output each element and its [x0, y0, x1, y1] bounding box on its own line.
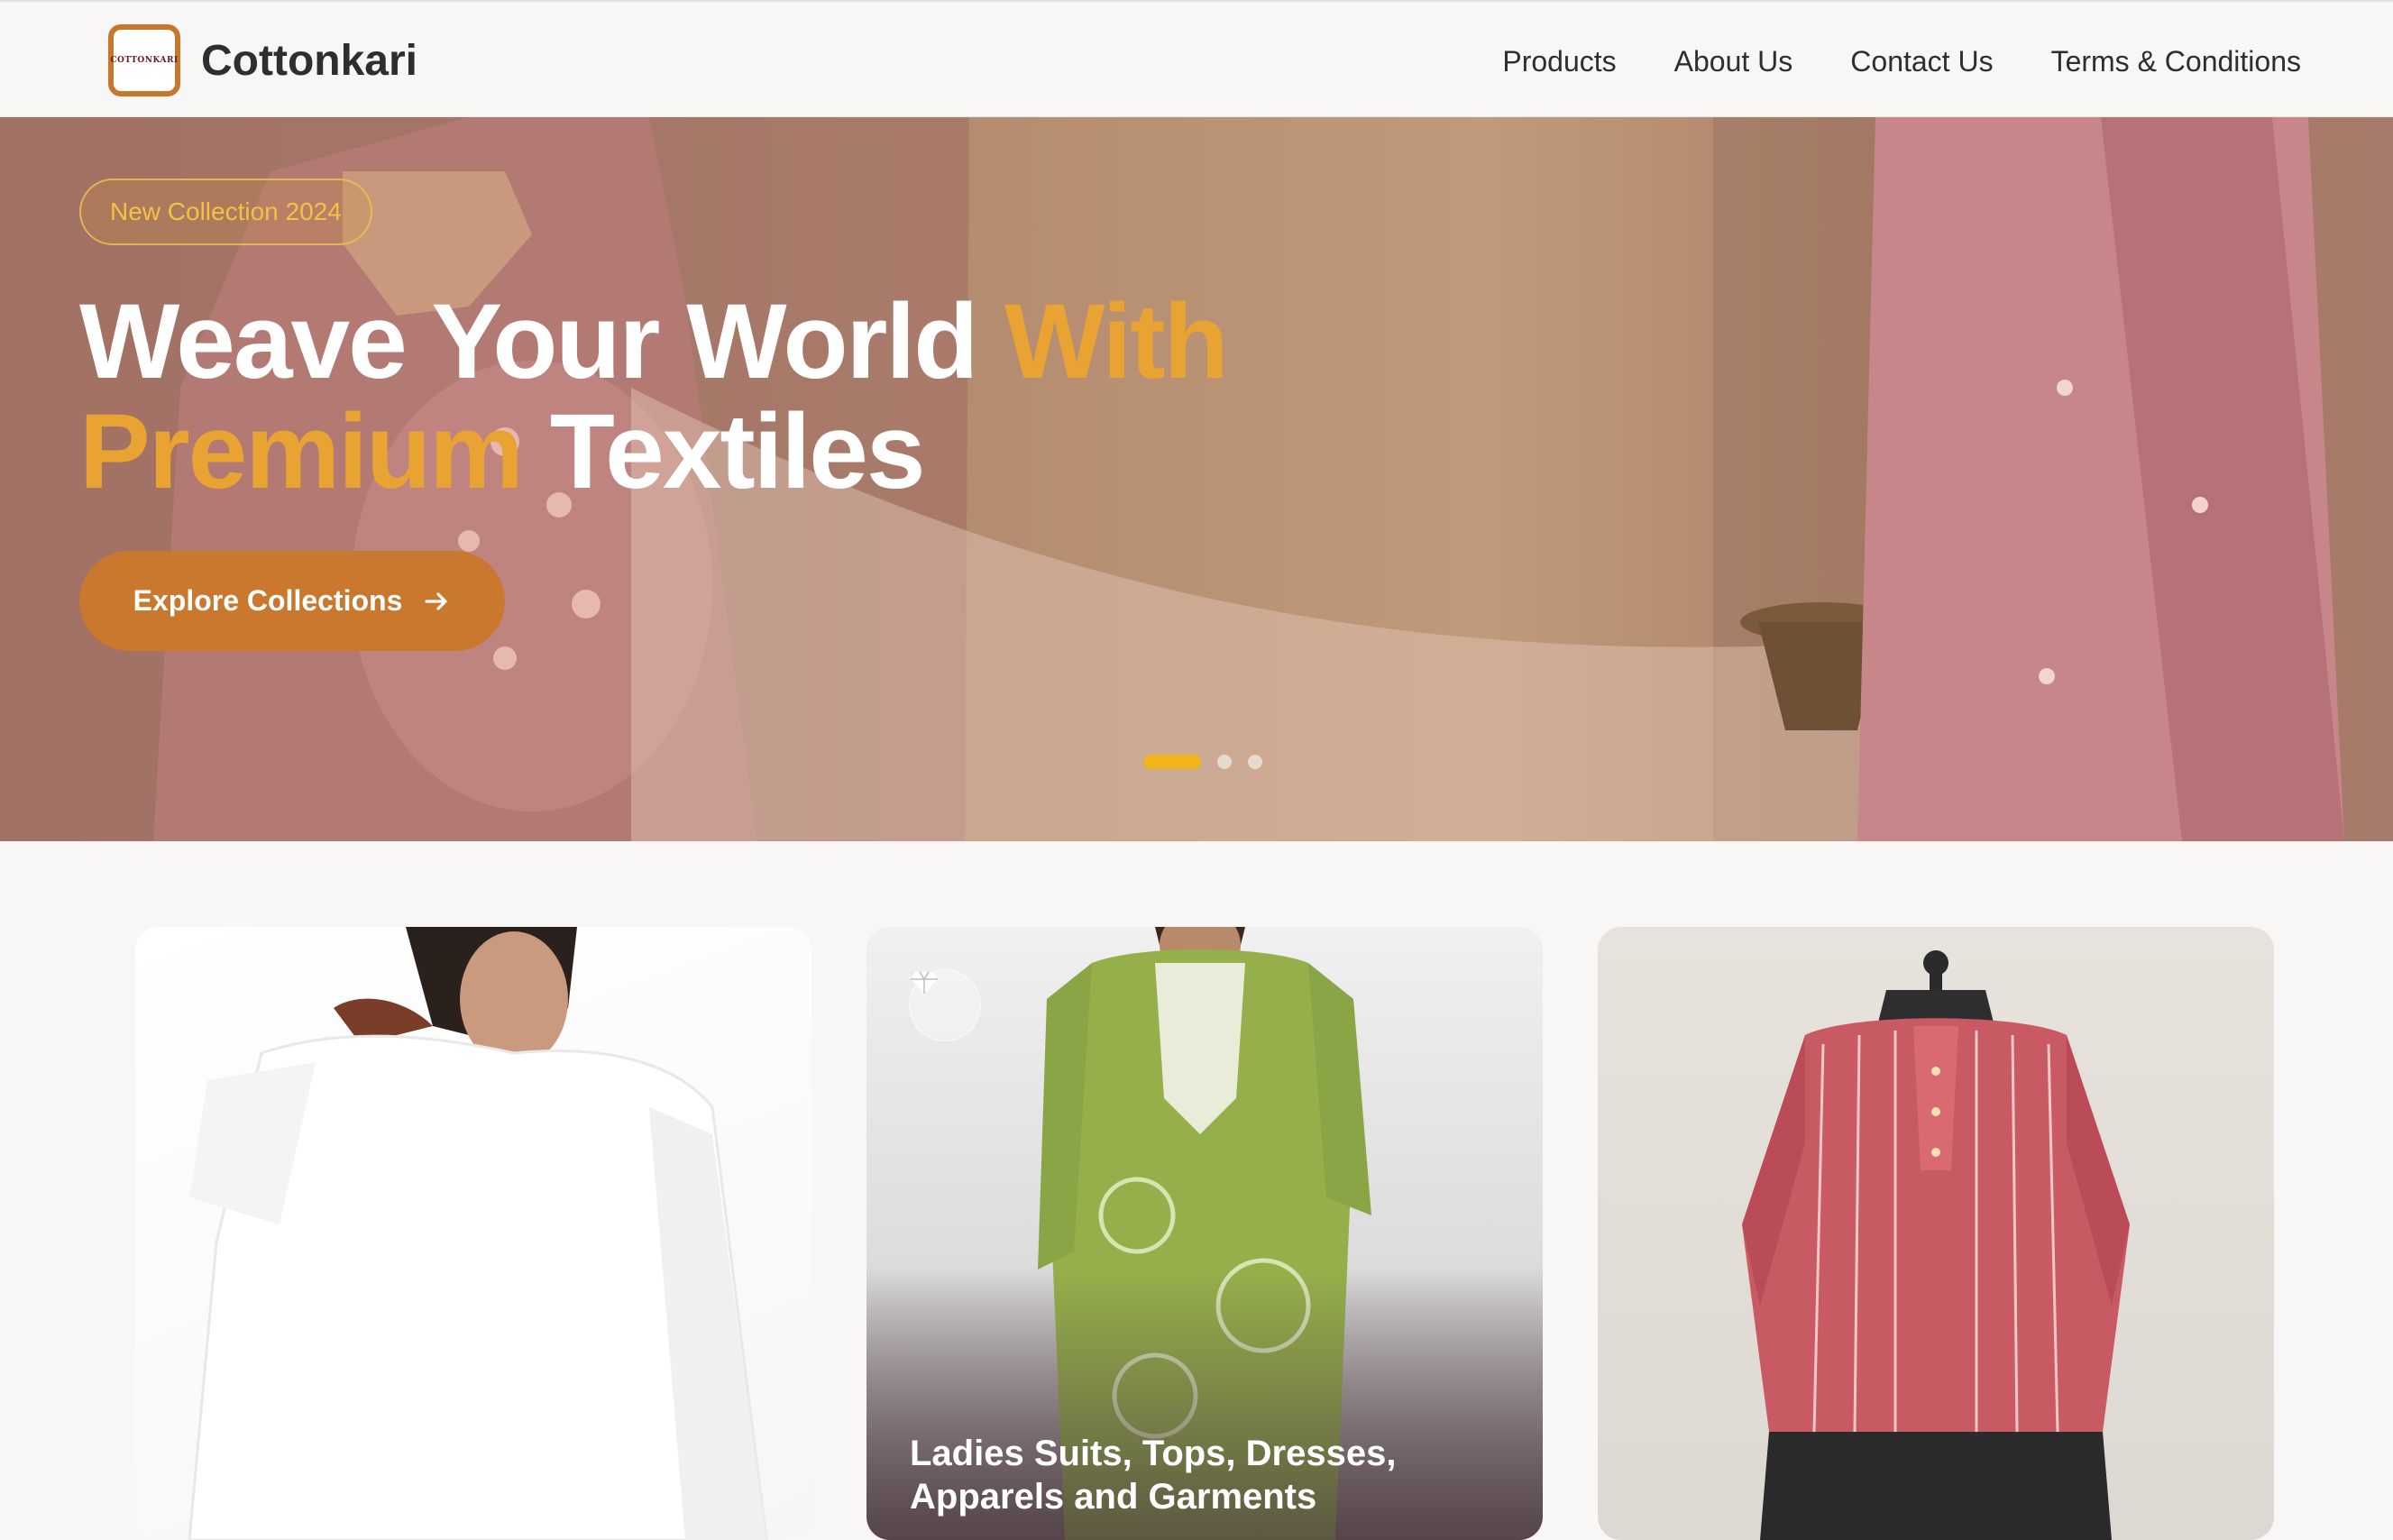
collection-badge: New Collection 2024 — [79, 179, 372, 245]
arrow-right-icon — [425, 591, 447, 610]
red-top-image — [1742, 950, 2130, 1540]
main-nav: Products About Us Contact Us Terms & Con… — [1502, 43, 2301, 79]
carousel-dot-1[interactable] — [1143, 755, 1201, 769]
headline-part-1: Weave Your World — [79, 282, 1005, 401]
category-card-printed-top[interactable] — [1598, 927, 2274, 1540]
category-card-ladies-suits[interactable]: Ladies Suits, Tops, Dresses, Apparels an… — [866, 927, 1543, 1540]
brand-logo[interactable]: COTTONKARI — [108, 24, 180, 96]
headline-accent-2: Premium — [79, 392, 524, 511]
carousel-dot-2[interactable] — [1217, 755, 1232, 769]
cta-label: Explore Collections — [133, 584, 403, 617]
gem-icon — [909, 969, 981, 1041]
card-caption: Ladies Suits, Tops, Dresses, Apparels an… — [910, 1434, 1397, 1517]
headline-accent-1: With — [1004, 282, 1228, 401]
headline-part-2: Textiles — [521, 392, 926, 511]
nav-products[interactable]: Products — [1502, 43, 1616, 79]
hero-headline: Weave Your World With Premium Textiles — [79, 287, 1432, 507]
category-card-white-top[interactable] — [135, 927, 811, 1540]
nav-about-us[interactable]: About Us — [1674, 43, 1793, 79]
explore-collections-button[interactable]: Explore Collections — [79, 551, 505, 651]
logo-wordmark: COTTONKARI — [110, 56, 179, 65]
nav-terms-conditions[interactable]: Terms & Conditions — [2051, 43, 2301, 79]
hero-banner: New Collection 2024 Weave Your World Wit… — [0, 117, 2393, 841]
carousel-dot-3[interactable] — [1248, 755, 1262, 769]
white-top-image — [188, 927, 768, 1540]
category-cards: Ladies Suits, Tops, Dresses, Apparels an… — [0, 927, 2393, 1540]
brand-name[interactable]: Cottonkari — [201, 36, 417, 87]
site-header: COTTONKARI Cottonkari Products About Us … — [0, 0, 2393, 117]
nav-contact-us[interactable]: Contact Us — [1850, 43, 1993, 79]
carousel-indicators — [1143, 755, 1262, 769]
